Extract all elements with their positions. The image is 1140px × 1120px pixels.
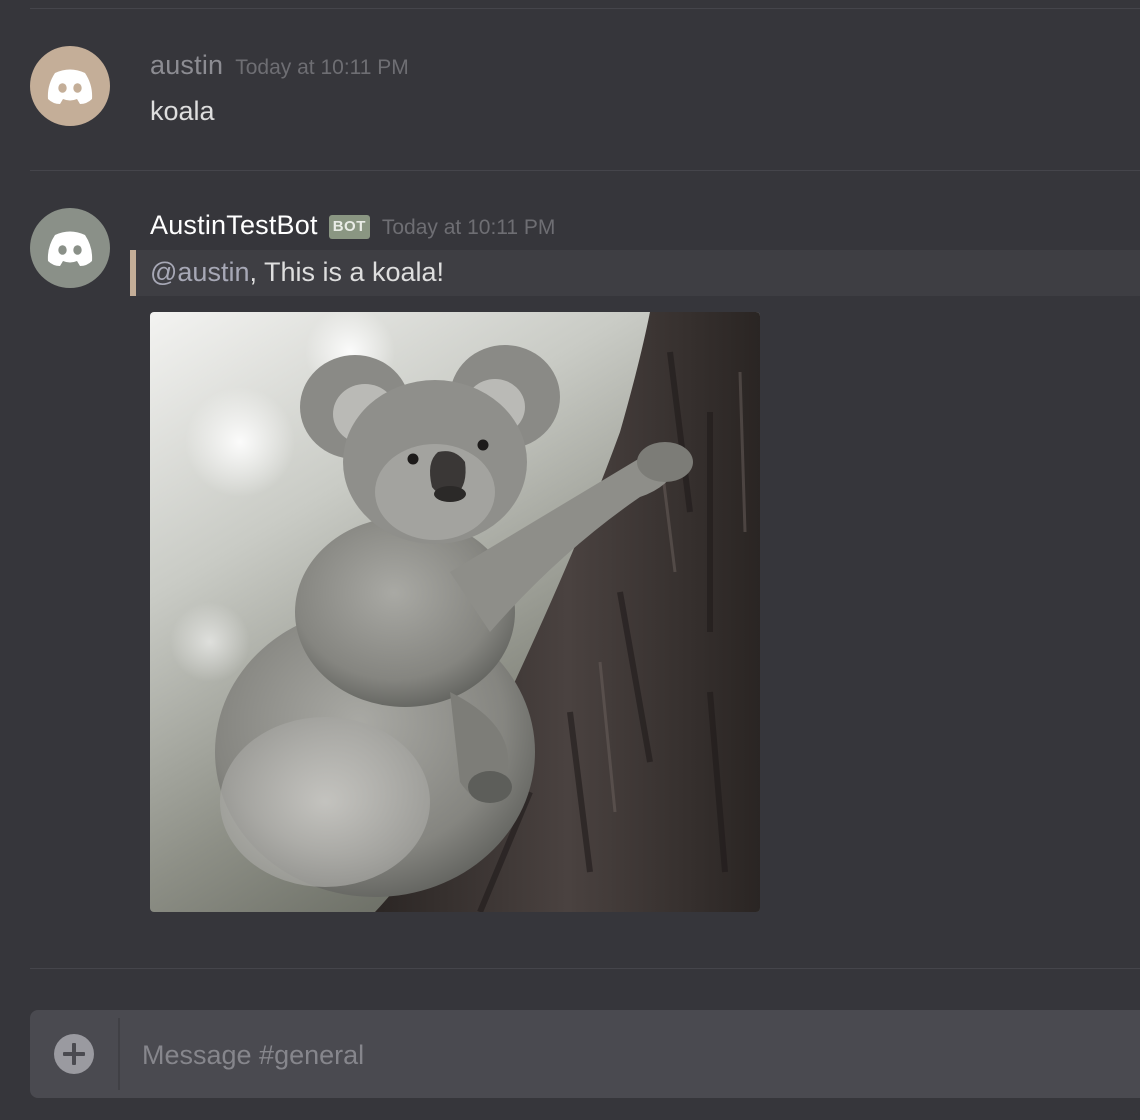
message-divider (30, 968, 1140, 969)
avatar-austin[interactable] (30, 46, 110, 126)
message-header: austin Today at 10:11 PM (150, 50, 409, 81)
mention-highlight: @austin, This is a koala! (130, 250, 1140, 296)
discord-logo-icon (47, 231, 93, 266)
avatar-bot[interactable] (30, 208, 110, 288)
image-attachment[interactable] (150, 312, 760, 912)
timestamp: Today at 10:11 PM (235, 56, 409, 79)
timestamp: Today at 10:11 PM (381, 216, 556, 239)
koala-photo (150, 312, 760, 912)
message-body: , This is a koala! (249, 257, 445, 287)
message-header: AustinTestBot BOT Today at 10:11 PM (150, 210, 555, 242)
username[interactable]: AustinTestBot (150, 210, 318, 241)
message-text: @austin, This is a koala! (150, 257, 444, 288)
upload-button[interactable] (52, 1032, 96, 1076)
message-input[interactable] (140, 1032, 1104, 1078)
discord-logo-icon (47, 69, 93, 104)
message-composer (30, 1010, 1140, 1098)
composer-separator (118, 1018, 120, 1090)
user-mention[interactable]: @austin (150, 257, 249, 287)
message-divider (30, 8, 1140, 9)
bot-badge: BOT (328, 215, 370, 239)
message-text: koala (150, 96, 215, 126)
username[interactable]: austin (150, 50, 223, 81)
message-divider (30, 170, 1140, 171)
plus-circle-icon (54, 1034, 94, 1074)
chat-panel: austin Today at 10:11 PM koala AustinTes… (0, 0, 1140, 1120)
